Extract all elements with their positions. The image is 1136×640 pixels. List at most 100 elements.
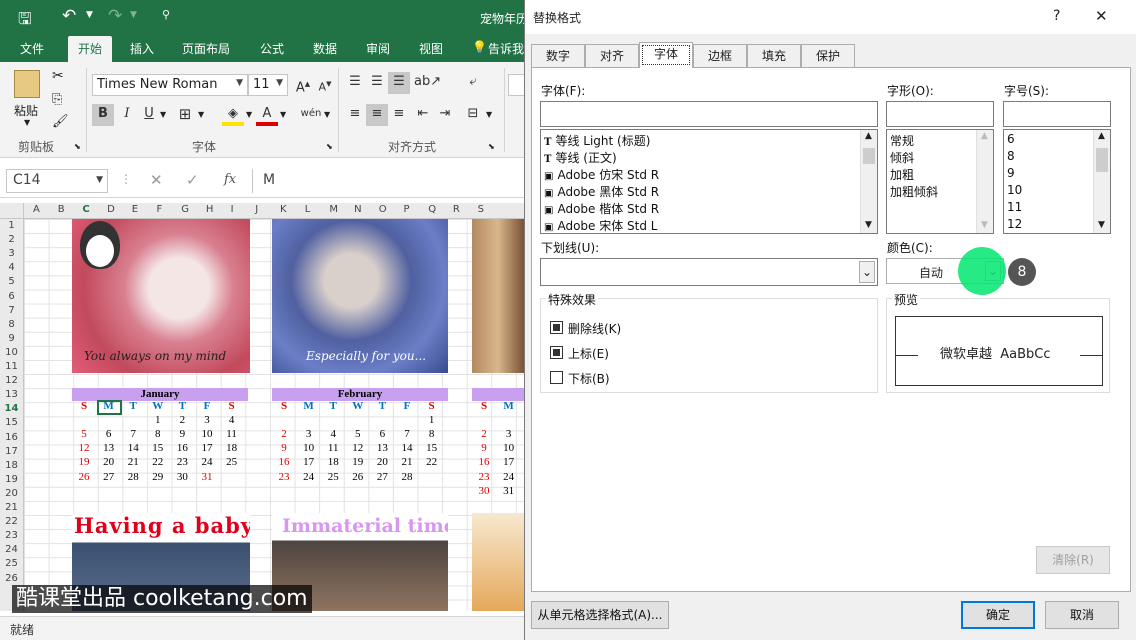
calendar-day[interactable]: 22	[146, 456, 170, 468]
style-list-item[interactable]: 加粗	[890, 166, 914, 183]
row-header[interactable]: 23	[0, 530, 23, 541]
size-list-item[interactable]: 6	[1007, 132, 1015, 146]
calendar-day[interactable]: 5	[346, 428, 370, 440]
align-left-icon[interactable]: ≡	[344, 104, 366, 126]
calendar-day[interactable]: 26	[72, 471, 96, 483]
scroll-down-icon[interactable]: ▼	[865, 220, 872, 230]
font-launcher-icon[interactable]: ⬊	[326, 142, 333, 151]
row-header[interactable]: 13	[0, 389, 23, 400]
calendar-day[interactable]: 29	[146, 471, 170, 483]
orientation-icon[interactable]: ab↗	[414, 72, 441, 94]
calendar-day[interactable]: 27	[370, 471, 394, 483]
calendar-day[interactable]: 23	[272, 471, 296, 483]
calendar-day[interactable]: 10	[195, 428, 219, 440]
italic-button[interactable]: I	[116, 104, 138, 126]
row-header[interactable]: 7	[0, 305, 23, 316]
phonetic-icon[interactable]: wén	[300, 104, 322, 126]
strikethrough-checkbox[interactable]	[550, 321, 563, 334]
column-header[interactable]: D	[107, 204, 115, 215]
calendar-day[interactable]: 3	[297, 428, 321, 440]
style-list[interactable]: ▲ ▼ 常规 倾斜 加粗 加粗倾斜	[886, 129, 994, 234]
clipboard-launcher-icon[interactable]: ⬊	[74, 142, 81, 151]
bottom-align-icon[interactable]: ☰	[388, 72, 410, 94]
redo-icon[interactable]: ↷	[108, 6, 122, 26]
font-list-item[interactable]: ▣ Adobe 仿宋 Std R	[544, 166, 659, 183]
insert-function-icon[interactable]: fx	[224, 172, 236, 187]
column-header[interactable]: O	[379, 204, 387, 215]
calendar-day[interactable]: 8	[146, 428, 170, 440]
active-cell[interactable]	[97, 400, 122, 415]
tab-protection[interactable]: 保护	[801, 44, 855, 68]
style-list-scrollbar[interactable]: ▲ ▼	[976, 130, 993, 233]
font-list-item[interactable]: T 等线 (正文)	[544, 149, 617, 166]
calendar-day[interactable]: 6	[370, 428, 394, 440]
row-header[interactable]: 9	[0, 333, 23, 344]
calendar-day[interactable]: 19	[72, 456, 96, 468]
size-list-item[interactable]: 9	[1007, 166, 1015, 180]
merge-center-icon[interactable]: ⊟	[462, 104, 484, 126]
calendar-day[interactable]: 16	[170, 442, 194, 454]
style-list-item[interactable]: 倾斜	[890, 149, 914, 166]
decrease-indent-icon[interactable]: ⇤	[412, 104, 434, 126]
row-header[interactable]: 6	[0, 291, 23, 302]
ok-button[interactable]: 确定	[961, 601, 1035, 629]
calendar-day[interactable]: 20	[97, 456, 121, 468]
lightbulb-icon[interactable]: 💡	[472, 40, 487, 54]
cancel-button[interactable]: 取消	[1045, 601, 1119, 629]
customize-toolbar-icon[interactable]: ⚲	[162, 8, 170, 21]
tab-review[interactable]: 审阅	[366, 40, 390, 57]
scroll-thumb[interactable]	[1096, 148, 1108, 172]
row-header[interactable]: 18	[0, 460, 23, 471]
tab-home[interactable]: 开始	[68, 36, 113, 62]
redo-dropdown-icon[interactable]: ▼	[130, 10, 137, 20]
size-list-item[interactable]: 8	[1007, 149, 1015, 163]
calendar-day[interactable]: 31	[497, 485, 521, 497]
calendar-day[interactable]: 10	[297, 442, 321, 454]
calendar-day[interactable]: 25	[220, 456, 244, 468]
column-header[interactable]: B	[58, 204, 65, 215]
help-button[interactable]: ?	[1053, 8, 1060, 24]
calendar-day[interactable]: 24	[297, 471, 321, 483]
superscript-label[interactable]: 上标(E)	[568, 345, 609, 362]
calendar-day[interactable]: 6	[97, 428, 121, 440]
calendar-day[interactable]: 17	[195, 442, 219, 454]
scroll-up-icon[interactable]: ▲	[1098, 131, 1105, 141]
row-header[interactable]: 26	[0, 573, 23, 584]
save-icon[interactable]: 🖫	[18, 8, 32, 35]
copy-icon[interactable]: ⎘	[52, 92, 62, 107]
row-header[interactable]: 12	[0, 375, 23, 386]
style-list-item[interactable]: 常规	[890, 132, 914, 149]
cat-picture-3[interactable]	[472, 219, 524, 373]
calendar-day[interactable]: 2	[170, 414, 194, 426]
paste-icon[interactable]	[14, 70, 40, 98]
calendar-day[interactable]: 16	[272, 456, 296, 468]
calendar-day[interactable]: 12	[72, 442, 96, 454]
column-header[interactable]: M	[329, 204, 338, 215]
font-color-dropdown-icon[interactable]: ▼	[280, 110, 286, 119]
row-header[interactable]: 14	[0, 403, 23, 414]
undo-icon[interactable]: ↶	[62, 6, 76, 26]
underline-dropdown-button[interactable]: ⌄	[859, 261, 875, 283]
row-header[interactable]: 25	[0, 558, 23, 569]
tab-insert[interactable]: 插入	[130, 40, 154, 57]
close-icon[interactable]: ✕	[1095, 7, 1108, 25]
font-name-select[interactable]: Times New Roman ▼	[92, 74, 248, 96]
calendar-day[interactable]: 21	[395, 456, 419, 468]
row-header[interactable]: 3	[0, 248, 23, 259]
calendar-day[interactable]: 12	[346, 442, 370, 454]
column-header[interactable]: H	[206, 204, 214, 215]
row-header[interactable]: 17	[0, 446, 23, 457]
column-header[interactable]: G	[181, 204, 189, 215]
formula-bar-more-icon[interactable]: ⋮	[120, 172, 132, 186]
size-list-item[interactable]: 11	[1007, 200, 1022, 214]
calendar-day[interactable]: 7	[121, 428, 145, 440]
column-header[interactable]: J	[255, 204, 258, 215]
tab-font[interactable]: 字体	[639, 42, 693, 68]
tab-data[interactable]: 数据	[313, 40, 337, 57]
calendar-day[interactable]: 23	[472, 471, 496, 483]
font-list-item[interactable]: ▣ Adobe 宋体 Std L	[544, 217, 657, 233]
row-header[interactable]: 11	[0, 361, 23, 372]
column-header[interactable]: K	[280, 204, 287, 215]
cat-picture-1[interactable]: You always on my mind	[72, 219, 250, 373]
column-header[interactable]: E	[132, 204, 138, 215]
